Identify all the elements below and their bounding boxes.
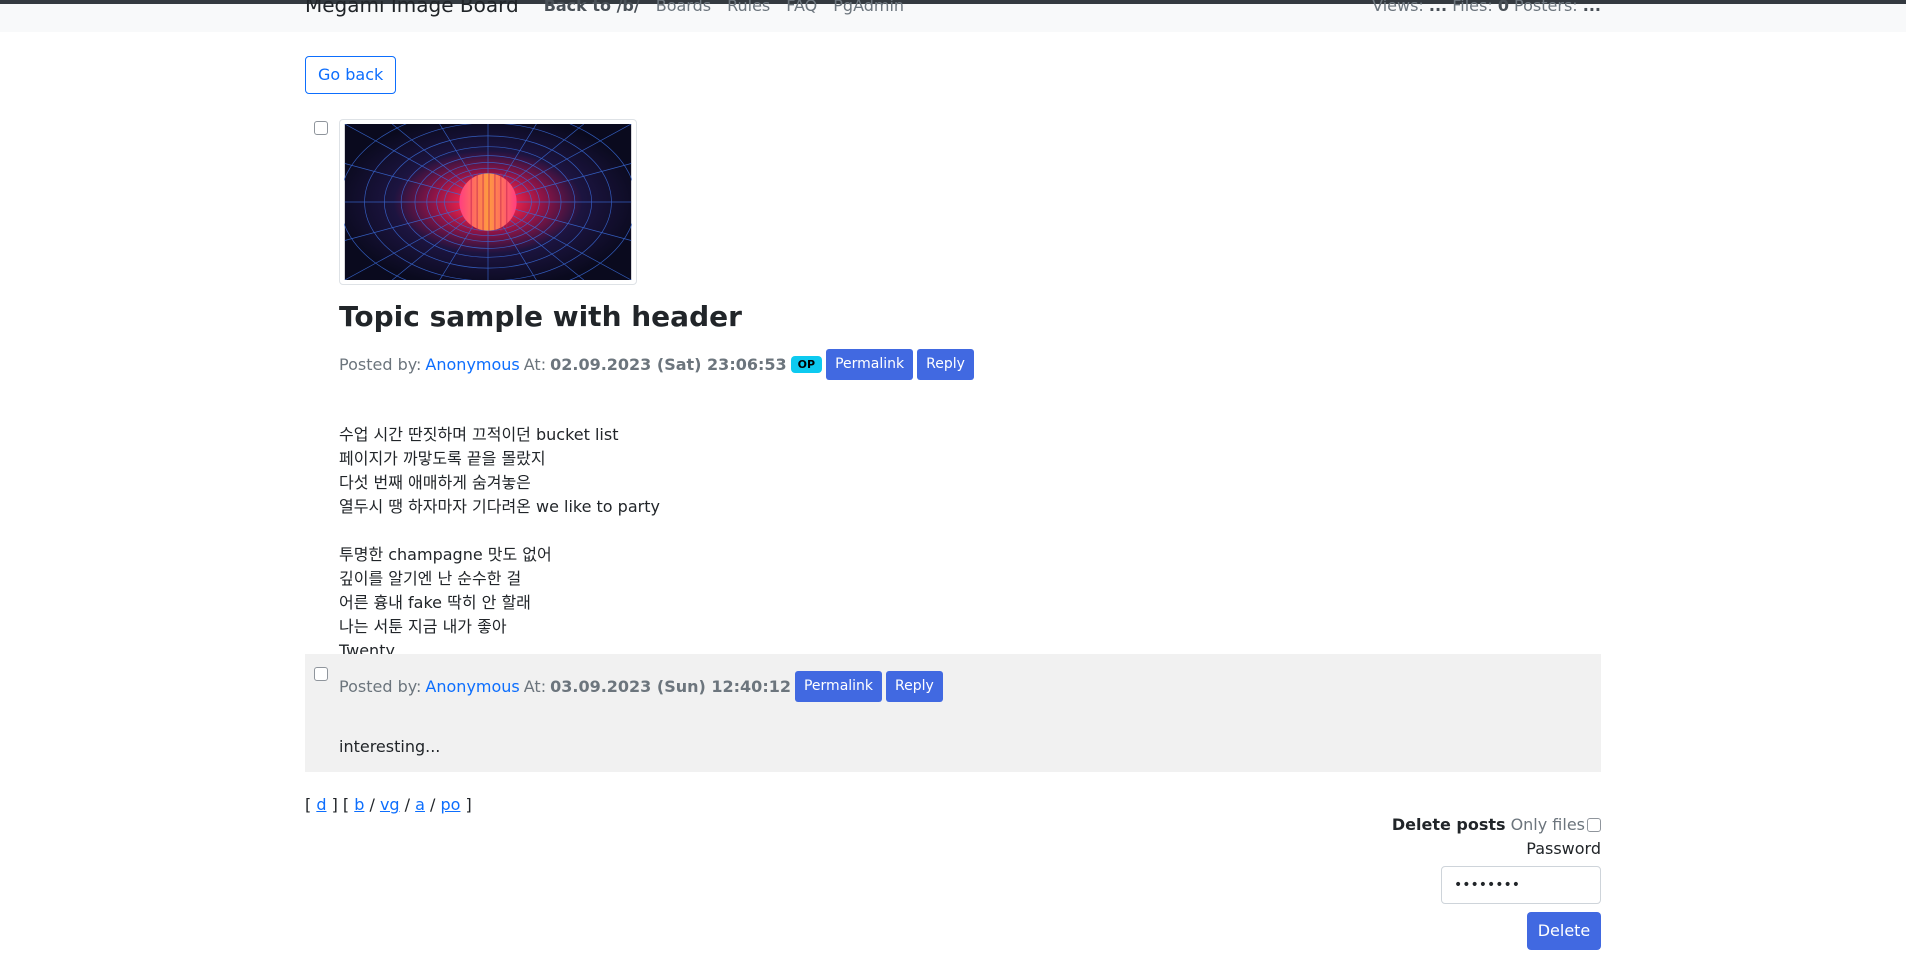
op-date: 02.09.2023 (Sat) 23:06:53 [550,355,787,374]
board-link-d[interactable]: d [316,795,326,814]
files-label: Files: [1452,0,1493,15]
reply-reply-button[interactable]: Reply [886,671,943,702]
nav-link-rules[interactable]: Rules [727,0,770,15]
board-link-po[interactable]: po [441,795,461,814]
nav-link-faq[interactable]: FAQ [786,0,817,15]
op-image-thumbnail[interactable] [339,119,637,285]
op-title: Topic sample with header [339,300,742,333]
op-permalink-button[interactable]: Permalink [826,349,914,380]
nav-link-back-to-board[interactable]: Back to /b/ [544,0,640,15]
navbar-inner: Megami Image Board Back to /b/ Boards Ru… [305,0,1601,17]
navbar: Megami Image Board Back to /b/ Boards Ru… [0,0,1906,32]
reply-post: Posted by: Anonymous At: 03.09.2023 (Sun… [305,654,1601,772]
board-link-a[interactable]: a [415,795,425,814]
views-label: Views: [1372,0,1424,15]
brand-link[interactable]: Megami Image Board [305,0,519,17]
op-badge: OP [790,356,823,373]
reply-permalink-button[interactable]: Permalink [794,671,883,702]
board-stats: Views: ... Files: 0 Posters: ... [1372,0,1601,15]
posters-label: Posters: [1514,0,1578,15]
delete-posts-form: Delete posts Only files Password •••••••… [1301,815,1601,965]
delete-posts-label: Delete posts [1391,815,1506,834]
password-label: Password [1526,839,1601,858]
password-input[interactable]: •••••••• [1441,866,1601,904]
delete-header-row: Delete posts Only files [1392,815,1601,834]
files-value: 0 [1497,0,1509,15]
posted-by-label: Posted by: [339,677,422,696]
board-link-b[interactable]: b [354,795,364,814]
reply-author-link[interactable]: Anonymous [425,677,519,696]
op-body-text: 수업 시간 딴짓하며 끄적이던 bucket list 페이지가 까맣도록 끝을… [339,425,660,660]
reply-meta: Posted by: Anonymous At: 03.09.2023 (Sun… [339,671,947,702]
nav-link-boards[interactable]: Boards [656,0,711,15]
views-value: ... [1428,0,1448,15]
posted-by-label: Posted by: [339,355,422,374]
board-nav-links: [ d ] [ b / vg / a / po ] [305,795,472,814]
op-image [344,124,632,280]
only-files-checkbox[interactable] [1587,817,1601,832]
delete-button[interactable]: Delete [1527,912,1601,950]
op-select-checkbox[interactable] [314,121,328,135]
op-author-link[interactable]: Anonymous [425,355,519,374]
at-label: At: [523,355,547,374]
op-meta: Posted by: Anonymous At: 02.09.2023 (Sat… [339,349,978,380]
posters-value: ... [1582,0,1601,15]
reply-date: 03.09.2023 (Sun) 12:40:12 [550,677,791,696]
reply-body-text: interesting... [339,737,441,756]
board-link-vg[interactable]: vg [380,795,400,814]
reply-select-checkbox[interactable] [314,667,328,681]
nav-link-pgadmin[interactable]: PgAdmin [833,0,904,15]
at-label: At: [523,677,547,696]
only-files-label: Only files [1510,815,1585,834]
op-reply-button[interactable]: Reply [917,349,974,380]
go-back-button[interactable]: Go back [305,56,397,94]
